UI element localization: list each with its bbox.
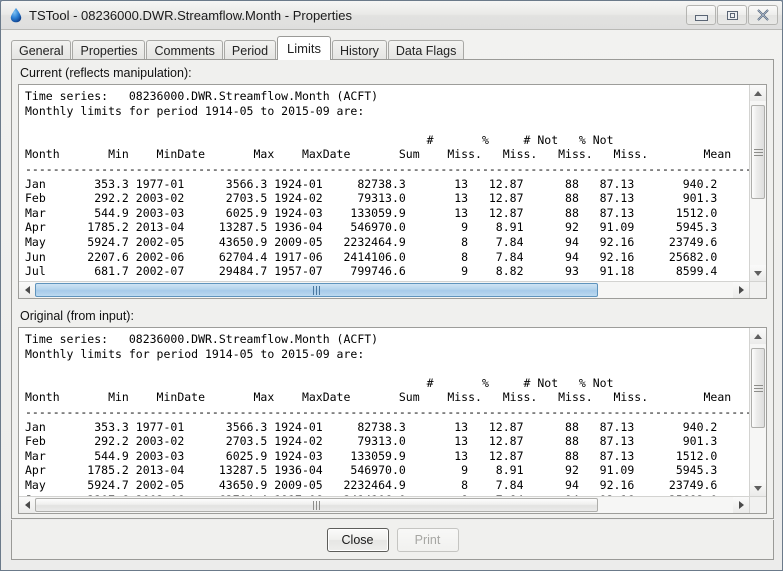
maximize-button[interactable] <box>717 5 747 25</box>
tab-period[interactable]: Period <box>223 40 277 61</box>
dialog-button-bar: Close Print <box>11 520 774 560</box>
close-icon <box>757 9 769 21</box>
original-hscroll-track[interactable] <box>35 497 733 513</box>
water-drop-icon <box>9 7 23 23</box>
scroll-left-button[interactable] <box>19 282 35 298</box>
original-limits-text: Time series: 08236000.DWR.Streamflow.Mon… <box>25 332 749 496</box>
grip-icon <box>313 500 320 510</box>
tab-label: Data Flags <box>395 44 457 58</box>
chevron-up-icon <box>754 333 762 339</box>
scroll-up-button[interactable] <box>750 328 766 344</box>
original-limits-textarea[interactable]: Time series: 08236000.DWR.Streamflow.Mon… <box>19 328 749 496</box>
scroll-down-button[interactable] <box>750 480 766 496</box>
maximize-icon <box>726 10 738 20</box>
tab-history[interactable]: History <box>332 40 387 61</box>
current-limits-label: Current (reflects manipulation): <box>20 66 192 80</box>
chevron-right-icon <box>738 501 744 509</box>
current-hscroll-thumb[interactable] <box>35 283 598 297</box>
original-vscroll-thumb[interactable] <box>751 348 765 428</box>
current-limits-section: Current (reflects manipulation): Time se… <box>12 60 773 303</box>
tab-data-flags[interactable]: Data Flags <box>387 40 465 61</box>
window-controls <box>686 5 778 25</box>
scroll-right-button[interactable] <box>733 497 749 513</box>
chevron-down-icon <box>754 270 762 276</box>
title-bar: TSTool - 08236000.DWR.Streamflow.Month -… <box>1 1 782 30</box>
grip-icon <box>753 383 763 394</box>
current-vscroll-thumb[interactable] <box>751 105 765 199</box>
current-limits-text: Time series: 08236000.DWR.Streamflow.Mon… <box>25 89 749 281</box>
tab-label: Comments <box>154 44 215 58</box>
chevron-down-icon <box>754 485 762 491</box>
grip-icon <box>753 147 763 158</box>
tab-label: Limits <box>287 41 321 56</box>
current-limits-textarea[interactable]: Time series: 08236000.DWR.Streamflow.Mon… <box>19 85 749 281</box>
tab-limits[interactable]: Limits <box>277 36 331 60</box>
scroll-left-button[interactable] <box>19 497 35 513</box>
scroll-right-button[interactable] <box>733 282 749 298</box>
original-horizontal-scrollbar[interactable] <box>19 496 749 513</box>
chevron-left-icon <box>24 501 30 509</box>
tab-label: Properties <box>80 44 138 58</box>
chevron-up-icon <box>754 90 762 96</box>
original-limits-scrollpane: Time series: 08236000.DWR.Streamflow.Mon… <box>18 327 767 514</box>
scrollbar-corner <box>749 496 766 513</box>
minimize-icon <box>694 14 708 21</box>
scroll-down-button[interactable] <box>750 265 766 281</box>
minimize-button[interactable] <box>686 5 716 25</box>
window-title: TSTool - 08236000.DWR.Streamflow.Month -… <box>29 7 352 23</box>
limits-tab-panel: Current (reflects manipulation): Time se… <box>11 59 774 519</box>
tab-label: History <box>340 44 379 58</box>
window-bottom-padding <box>1 560 782 570</box>
tab-properties[interactable]: Properties <box>72 40 146 61</box>
chevron-right-icon <box>738 286 744 294</box>
original-limits-section: Original (from input): Time series: 0823… <box>12 303 773 518</box>
tab-general[interactable]: General <box>11 40 72 61</box>
print-button[interactable]: Print <box>396 527 459 552</box>
current-vertical-scrollbar[interactable] <box>749 85 766 281</box>
grip-icon <box>313 285 320 295</box>
chevron-left-icon <box>24 286 30 294</box>
close-dialog-button[interactable]: Close <box>326 527 389 552</box>
tab-label: Period <box>231 44 269 58</box>
original-limits-label: Original (from input): <box>20 309 134 323</box>
original-hscroll-thumb[interactable] <box>35 498 598 512</box>
original-vertical-scrollbar[interactable] <box>749 328 766 496</box>
close-button[interactable] <box>748 5 778 25</box>
tab-label: General <box>19 44 64 58</box>
current-limits-scrollpane: Time series: 08236000.DWR.Streamflow.Mon… <box>18 84 767 299</box>
properties-window: TSTool - 08236000.DWR.Streamflow.Month -… <box>0 0 783 571</box>
current-vscroll-track[interactable] <box>750 101 766 265</box>
tab-comments[interactable]: Comments <box>146 40 223 61</box>
current-horizontal-scrollbar[interactable] <box>19 281 749 298</box>
original-vscroll-track[interactable] <box>750 344 766 480</box>
current-hscroll-track[interactable] <box>35 282 733 298</box>
scroll-up-button[interactable] <box>750 85 766 101</box>
scrollbar-corner <box>749 281 766 298</box>
tab-bar: General Properties Comments Period Limit… <box>1 30 782 61</box>
